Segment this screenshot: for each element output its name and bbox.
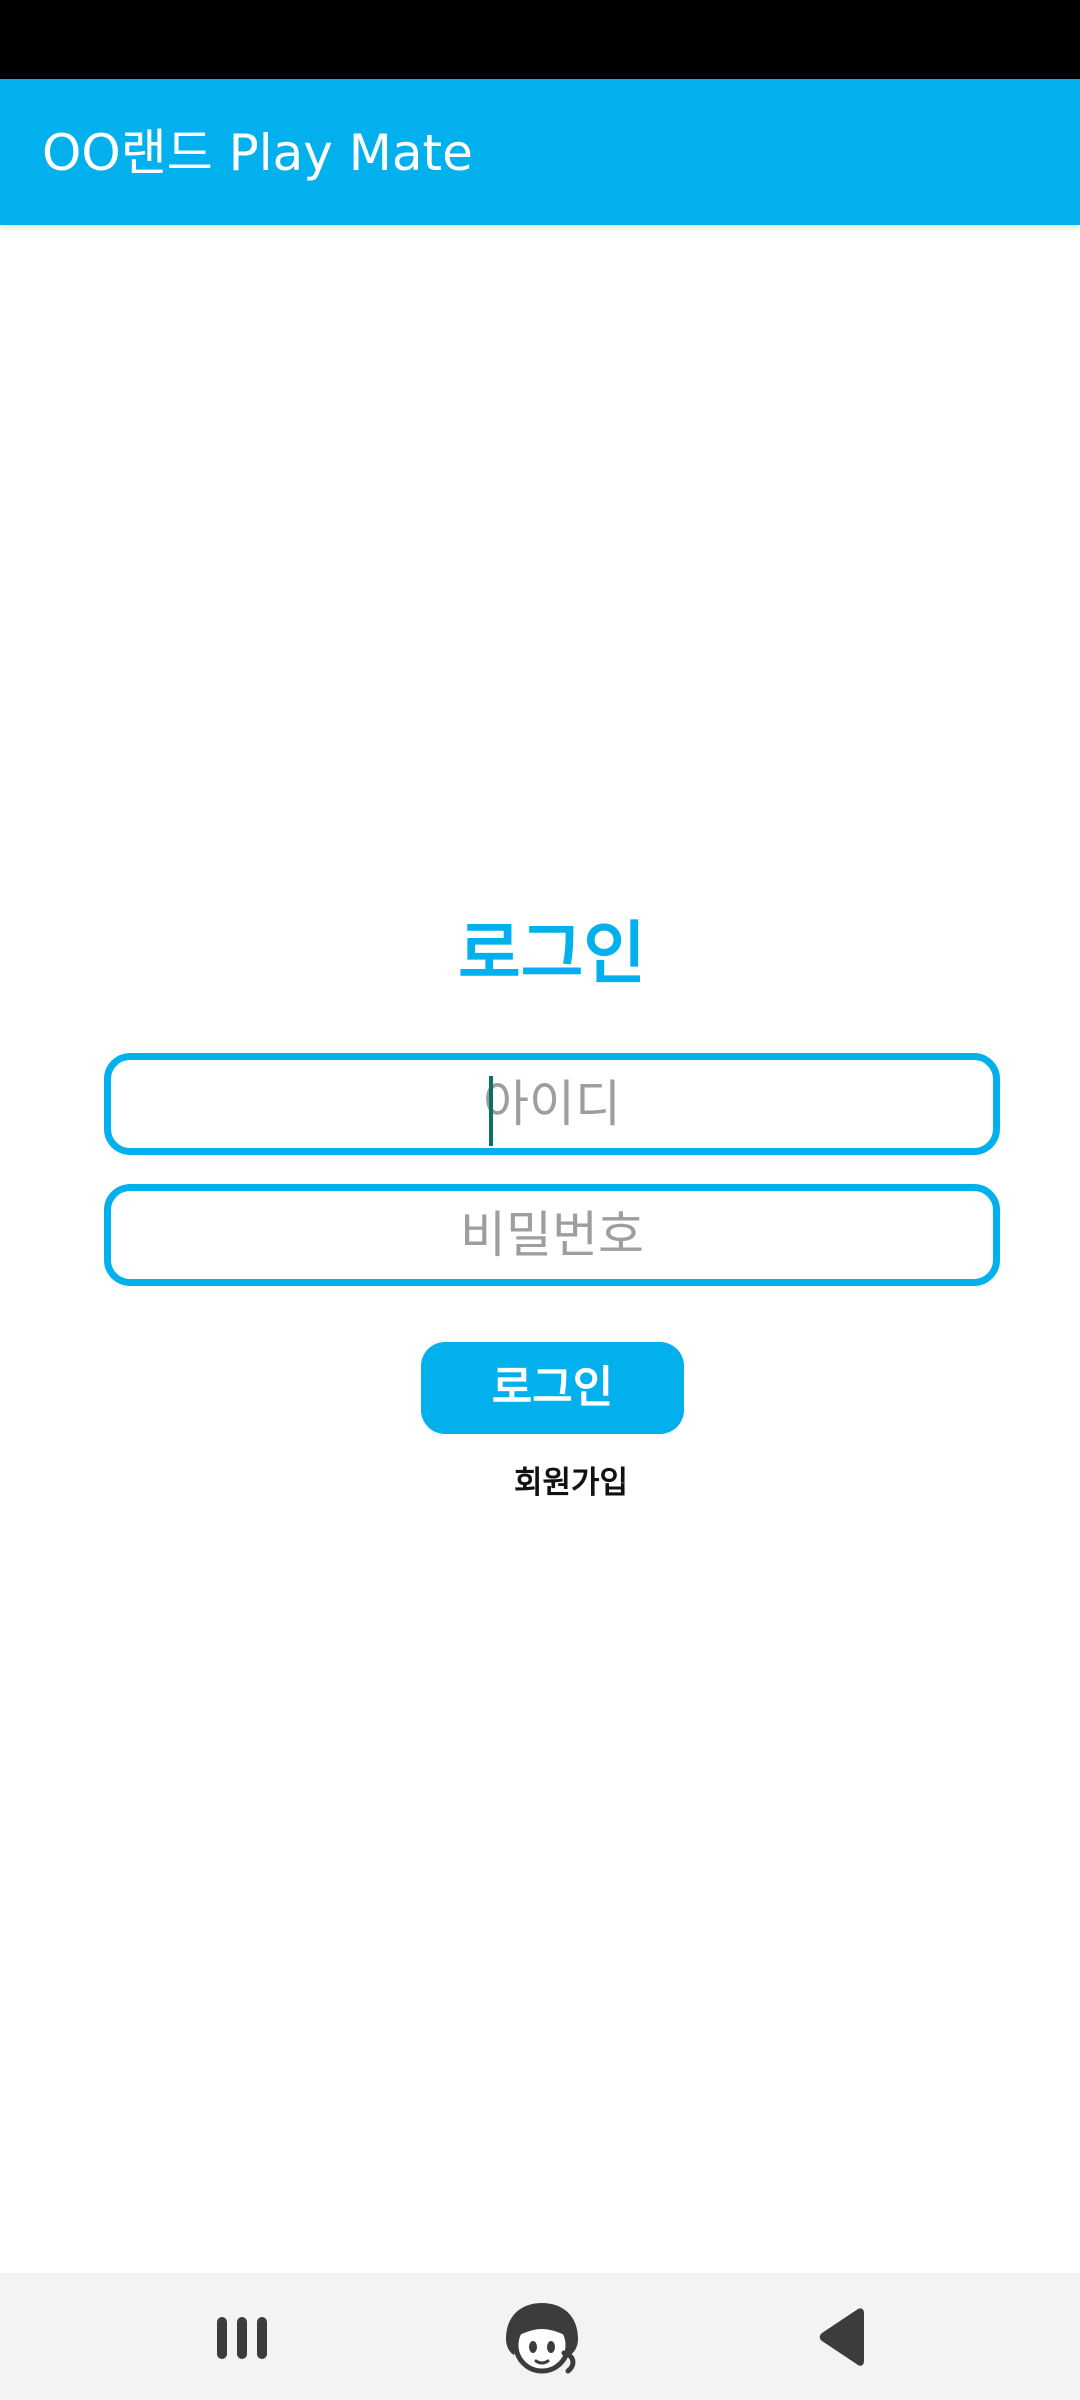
home-button[interactable] [500,2295,584,2379]
app-bar: OO랜드 Play Mate [0,79,1080,225]
app-title: OO랜드 Play Mate [42,124,473,182]
status-bar [0,0,1080,79]
login-screen: OO랜드 Play Mate 로그인 로그인 회원가입 [0,0,1080,2400]
back-button[interactable] [800,2295,884,2379]
recent-apps-icon [217,2317,267,2359]
id-field-container [104,1053,1000,1155]
id-input[interactable] [111,1060,993,1148]
login-button[interactable]: 로그인 [421,1342,684,1434]
signup-link[interactable]: 회원가입 [0,1460,1080,1506]
recent-apps-button[interactable] [200,2295,284,2379]
password-input[interactable] [111,1191,993,1279]
text-cursor [489,1076,493,1146]
character-face-home-icon [506,2303,578,2374]
back-triangle-icon [819,2308,864,2366]
password-field-container [104,1184,1000,1286]
navigation-bar [0,2273,1080,2400]
login-heading: 로그인 [458,915,646,994]
